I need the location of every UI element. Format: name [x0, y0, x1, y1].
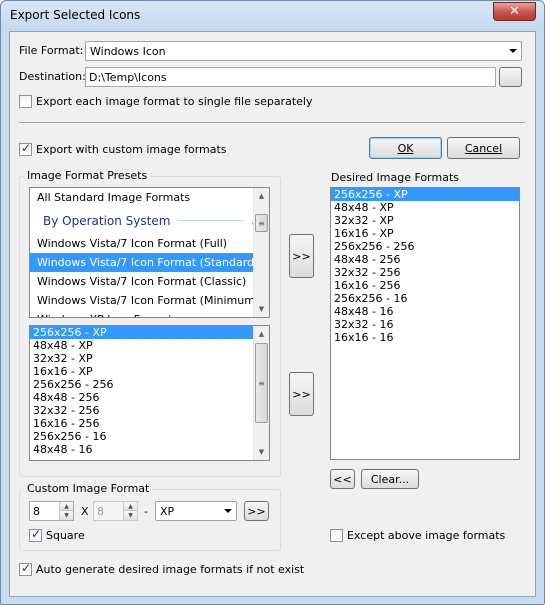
- scroll-down-icon[interactable]: ▼: [254, 444, 269, 460]
- presets-listbox[interactable]: All Standard Image Formats By Operation …: [29, 187, 270, 318]
- times-label: X: [81, 505, 89, 518]
- spin-up-icon[interactable]: ▲: [60, 502, 73, 511]
- custom-image-format-title: Custom Image Format: [24, 482, 153, 495]
- clear-button[interactable]: Clear...: [361, 469, 419, 489]
- scroll-thumb[interactable]: ≡: [255, 214, 268, 232]
- file-format-select[interactable]: Windows Icon: [85, 41, 522, 61]
- format-item[interactable]: 256x256 - 256: [30, 378, 269, 391]
- add-preset-button[interactable]: >>: [289, 234, 314, 278]
- color-depth-value: XP: [160, 504, 175, 518]
- except-above-checkbox[interactable]: Except above image formats: [330, 529, 505, 542]
- format-item[interactable]: 16x16 - 256: [30, 417, 269, 430]
- preset-formats-listbox[interactable]: 256x256 - XP 48x48 - XP 32x32 - XP 16x16…: [29, 325, 270, 461]
- square-box[interactable]: [29, 527, 42, 542]
- desired-formats-listbox[interactable]: 256x256 - XP 48x48 - XP 32x32 - XP 16x16…: [330, 187, 520, 460]
- chevron-down-icon: [224, 509, 232, 513]
- desired-item[interactable]: 16x16 - 16: [331, 331, 519, 344]
- format-item-selected[interactable]: 256x256 - XP: [30, 326, 269, 339]
- add-custom-format-button[interactable]: >>: [244, 501, 269, 521]
- auto-generate-label: Auto generate desired image formats if n…: [36, 563, 305, 576]
- close-button[interactable]: ✕: [493, 2, 536, 21]
- desired-item[interactable]: 256x256 - 16: [331, 292, 519, 305]
- desired-item[interactable]: 16x16 - 256: [331, 279, 519, 292]
- dash-label: -: [144, 505, 148, 518]
- spin-down-icon[interactable]: ▼: [124, 511, 137, 520]
- add-format-button[interactable]: >>: [289, 372, 314, 416]
- spin-up-icon[interactable]: ▲: [124, 502, 137, 511]
- format-item[interactable]: 48x48 - XP: [30, 339, 269, 352]
- cancel-button[interactable]: Cancel: [447, 137, 520, 159]
- format-item[interactable]: 48x48 - 256: [30, 391, 269, 404]
- export-dialog-window: Export Selected Icons ✕ File Format: Win…: [0, 0, 545, 605]
- preset-group-label: By Operation System: [43, 213, 171, 228]
- export-custom-formats-label: Export with custom image formats: [36, 143, 227, 156]
- format-item[interactable]: 48x48 - 16: [30, 443, 269, 456]
- export-each-separately-checkbox[interactable]: Export each image format to single file …: [19, 95, 312, 108]
- desired-item[interactable]: 48x48 - XP: [331, 201, 519, 214]
- export-each-separately-box[interactable]: [19, 95, 32, 108]
- desired-item[interactable]: 32x32 - 256: [331, 266, 519, 279]
- scroll-thumb[interactable]: ≡: [255, 343, 268, 423]
- group-divider-line: [178, 220, 245, 221]
- format-item[interactable]: 32x32 - 256: [30, 404, 269, 417]
- preset-item[interactable]: Windows Vista/7 Icon Format (Classic): [30, 272, 269, 291]
- preset-item[interactable]: Windows Vista/7 Icon Format (Full): [30, 234, 269, 253]
- destination-value: D:\Temp\Icons: [89, 70, 167, 84]
- height-spin-buttons[interactable]: ▲ ▼: [123, 502, 137, 520]
- except-above-label: Except above image formats: [347, 529, 506, 542]
- desired-item[interactable]: 48x48 - 256: [331, 253, 519, 266]
- cancel-button-label: Cancel: [464, 141, 503, 155]
- preset-item[interactable]: Windows XP Icon Format: [30, 310, 269, 317]
- desired-item-selected[interactable]: 256x256 - XP: [331, 188, 519, 201]
- destination-label: Destination:: [19, 70, 86, 83]
- except-above-box[interactable]: [330, 529, 343, 542]
- scroll-up-icon[interactable]: ▲: [254, 326, 269, 342]
- scroll-up-icon[interactable]: ▲: [254, 188, 269, 204]
- file-format-value: Windows Icon: [90, 44, 166, 58]
- spin-down-icon[interactable]: ▼: [60, 511, 73, 520]
- preset-item-selected[interactable]: Windows Vista/7 Icon Format (Standard): [30, 253, 269, 272]
- ok-button[interactable]: OK: [369, 137, 442, 159]
- color-depth-select[interactable]: XP: [155, 501, 237, 521]
- desired-item[interactable]: 16x16 - XP: [331, 227, 519, 240]
- export-custom-formats-box[interactable]: [19, 141, 32, 156]
- window-title: Export Selected Icons: [10, 8, 141, 22]
- width-value: 8: [33, 504, 40, 518]
- remove-button[interactable]: <<: [330, 469, 355, 489]
- dialog-client-area: File Format: Windows Icon Destination: D…: [9, 31, 536, 597]
- square-label: Square: [46, 529, 85, 542]
- desired-item[interactable]: 256x256 - 256: [331, 240, 519, 253]
- auto-generate-checkbox[interactable]: Auto generate desired image formats if n…: [19, 561, 305, 576]
- destination-field[interactable]: D:\Temp\Icons: [85, 67, 496, 87]
- title-bar[interactable]: Export Selected Icons ✕: [1, 1, 544, 31]
- image-format-presets-title: Image Format Presets: [24, 169, 151, 182]
- export-custom-formats-checkbox[interactable]: Export with custom image formats: [19, 141, 227, 156]
- preset-item-all-standard[interactable]: All Standard Image Formats: [30, 188, 269, 207]
- square-checkbox[interactable]: Square: [29, 527, 85, 542]
- desired-item[interactable]: 32x32 - 16: [331, 318, 519, 331]
- export-each-separately-label: Export each image format to single file …: [36, 95, 313, 108]
- formats-scrollbar[interactable]: ▲ ≡ ▼: [253, 326, 269, 460]
- chevron-down-icon: [509, 49, 517, 53]
- desired-formats-title: Desired Image Formats: [331, 171, 459, 184]
- separator: [19, 122, 525, 124]
- auto-generate-box[interactable]: [19, 561, 32, 576]
- presets-scrollbar[interactable]: ▲ ≡ ▼: [253, 188, 269, 317]
- format-item[interactable]: 16x16 - XP: [30, 365, 269, 378]
- file-format-label: File Format:: [19, 44, 84, 57]
- format-item[interactable]: 32x32 - XP: [30, 352, 269, 365]
- desired-item[interactable]: 32x32 - XP: [331, 214, 519, 227]
- ok-button-label: OK: [397, 141, 414, 155]
- preset-group-header[interactable]: By Operation System ▲: [30, 207, 269, 234]
- desired-item[interactable]: 48x48 - 16: [331, 305, 519, 318]
- format-item[interactable]: 256x256 - 16: [30, 430, 269, 443]
- preset-item[interactable]: Windows Vista/7 Icon Format (Minimum): [30, 291, 269, 310]
- width-stepper[interactable]: 8 ▲ ▼: [29, 501, 74, 521]
- height-value: 8: [97, 504, 104, 518]
- browse-button[interactable]: [499, 67, 522, 87]
- height-stepper[interactable]: 8 ▲ ▼: [93, 501, 138, 521]
- scroll-down-icon[interactable]: ▼: [254, 301, 269, 317]
- width-spin-buttons[interactable]: ▲ ▼: [59, 502, 73, 520]
